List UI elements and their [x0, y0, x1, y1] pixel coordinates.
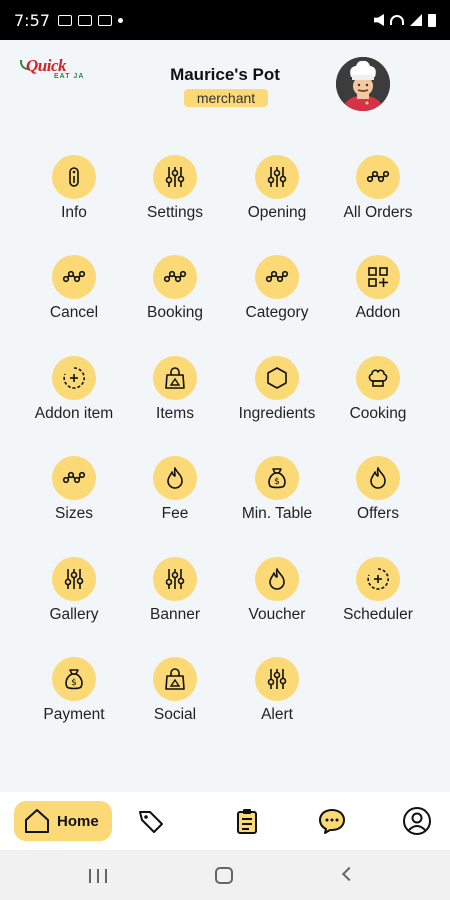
- menu-item-cancel[interactable]: Cancel: [19, 250, 129, 340]
- system-nav-bar: [0, 850, 450, 900]
- menu-item-banner[interactable]: Banner: [120, 552, 230, 642]
- svg-text:$: $: [71, 678, 77, 688]
- user-icon: [403, 807, 431, 835]
- chat-icon: [319, 809, 345, 834]
- add-circle-icon: [356, 557, 400, 601]
- menu-item-cooking[interactable]: Cooking: [323, 351, 433, 441]
- battery-icon: [428, 13, 436, 27]
- menu-item-fee[interactable]: Fee: [120, 451, 230, 541]
- nav-home-label: Home: [57, 812, 99, 830]
- status-time: 7:57: [14, 10, 50, 30]
- header: Quick EAT JA Maurice's Pot merchant: [0, 40, 450, 125]
- nav-home-button[interactable]: Home: [14, 801, 112, 841]
- menu-item-offers[interactable]: Offers: [323, 451, 433, 541]
- menu-item-settings[interactable]: Settings: [120, 150, 230, 240]
- menu-item-booking[interactable]: Booking: [120, 250, 230, 340]
- home-icon: [25, 809, 49, 833]
- sliders-icon: [153, 557, 197, 601]
- add-circle-icon: [52, 356, 96, 400]
- signal-icon: [410, 14, 422, 26]
- chef-avatar-icon: [336, 57, 390, 111]
- flame-icon: [356, 456, 400, 500]
- clipboard-icon: [237, 809, 257, 834]
- menu-item-label: All Orders: [343, 204, 413, 221]
- sliders-icon: [153, 155, 197, 199]
- tag-icon: [139, 811, 163, 833]
- menu-item-scheduler[interactable]: Scheduler: [323, 552, 433, 642]
- hexagon-icon: [255, 356, 299, 400]
- menu-item-social[interactable]: Social: [120, 652, 230, 742]
- grid-add-icon: [356, 255, 400, 299]
- menu-item-alert[interactable]: Alert: [222, 652, 332, 742]
- nav-chat-button[interactable]: [314, 803, 350, 839]
- menu-item-all-orders[interactable]: All Orders: [323, 150, 433, 240]
- recent-apps-icon[interactable]: [89, 869, 107, 883]
- menu-item-items[interactable]: Items: [120, 351, 230, 441]
- sliders-icon: [52, 557, 96, 601]
- status-bar: 7:57: [0, 0, 450, 40]
- menu-item-category[interactable]: Category: [222, 250, 332, 340]
- menu-item-label: Cooking: [349, 405, 407, 422]
- menu-item-label: Alert: [261, 706, 293, 723]
- route-icon: [255, 255, 299, 299]
- mute-icon: [374, 14, 384, 26]
- flame-icon: [153, 456, 197, 500]
- back-icon[interactable]: [341, 866, 357, 882]
- menu-item-gallery[interactable]: Gallery: [19, 552, 129, 642]
- flame-icon: [255, 557, 299, 601]
- nav-profile-button[interactable]: [399, 803, 435, 839]
- menu-item-label: Scheduler: [343, 606, 413, 623]
- menu-item-label: Offers: [357, 505, 399, 522]
- menu-item-opening[interactable]: Opening: [222, 150, 332, 240]
- image-icon: [97, 14, 112, 26]
- nav-orders-button[interactable]: [229, 803, 265, 839]
- money-bag-icon: $: [255, 456, 299, 500]
- menu-item-sizes[interactable]: Sizes: [19, 451, 129, 541]
- menu-item-ingredients[interactable]: Ingredients: [222, 351, 332, 441]
- svg-text:$: $: [274, 477, 280, 487]
- info-icon: [52, 155, 96, 199]
- money-bag-icon: $: [52, 657, 96, 701]
- chef-hat-icon: [356, 356, 400, 400]
- wifi-icon: [390, 15, 404, 25]
- sliders-icon: [255, 155, 299, 199]
- bag-icon: [153, 356, 197, 400]
- menu-item-voucher[interactable]: Voucher: [222, 552, 332, 642]
- route-icon: [356, 155, 400, 199]
- menu-item-addon-item[interactable]: Addon item: [19, 351, 129, 441]
- more-notifications-icon: [117, 17, 123, 23]
- route-icon: [52, 255, 96, 299]
- menu-item-addon[interactable]: Addon: [323, 250, 433, 340]
- notification-icon: [77, 14, 92, 26]
- menu-item-label: Addon: [355, 304, 401, 321]
- role-badge: merchant: [184, 89, 268, 107]
- bag-icon: [153, 657, 197, 701]
- nav-offers-button[interactable]: [133, 803, 169, 839]
- menu-item-info[interactable]: Info: [19, 150, 129, 240]
- menu-item-payment[interactable]: $ Payment: [19, 652, 129, 742]
- system-home-icon[interactable]: [215, 867, 233, 884]
- menu-item-min-table[interactable]: $ Min. Table: [222, 451, 332, 541]
- notification-icon: [57, 14, 72, 26]
- route-icon: [153, 255, 197, 299]
- avatar[interactable]: [336, 57, 390, 111]
- route-icon: [52, 456, 96, 500]
- sliders-icon: [255, 657, 299, 701]
- bottom-nav: Home: [0, 792, 450, 850]
